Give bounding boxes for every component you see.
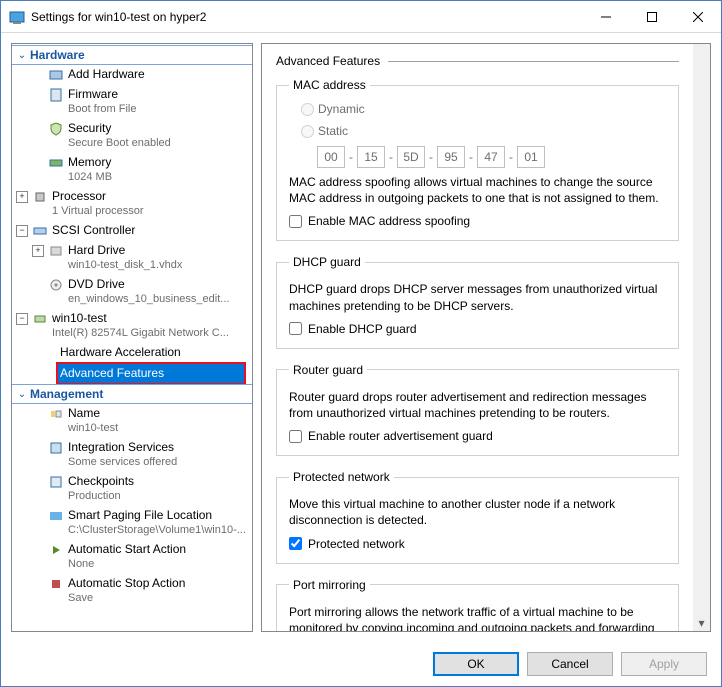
radio-mac-dynamic[interactable] <box>301 103 314 116</box>
category-hardware[interactable]: ⌄ Hardware <box>12 45 252 65</box>
apply-button[interactable]: Apply <box>621 652 707 676</box>
auto-start-icon <box>48 542 64 558</box>
window-title: Settings for win10-test on hyper2 <box>31 10 583 24</box>
checkpoints-icon <box>48 474 64 490</box>
auto-stop-icon <box>48 576 64 592</box>
minimize-button[interactable] <box>583 2 629 32</box>
tree-hard-drive[interactable]: + Hard Drivewin10-test_disk_1.vhdx <box>12 241 252 275</box>
firmware-icon <box>48 87 64 103</box>
app-icon <box>9 9 25 25</box>
tree-dvd-drive[interactable]: DVD Driveen_windows_10_business_edit... <box>12 275 252 309</box>
tree-hardware-acceleration[interactable]: Hardware Acceleration <box>12 343 252 362</box>
paging-icon <box>48 508 64 524</box>
network-icon <box>32 311 48 327</box>
mac-octet-0[interactable] <box>317 146 345 168</box>
tree-integration-services[interactable]: Integration ServicesSome services offere… <box>12 438 252 472</box>
group-dhcp-guard: DHCP guard DHCP guard drops DHCP server … <box>276 255 679 348</box>
chevron-down-icon: ⌄ <box>16 389 28 400</box>
expand-icon[interactable]: + <box>16 191 28 203</box>
mac-octet-2[interactable] <box>397 146 425 168</box>
legend-router: Router guard <box>289 363 367 377</box>
hard-drive-icon <box>48 243 64 259</box>
mac-octet-3[interactable] <box>437 146 465 168</box>
legend-port: Port mirroring <box>289 578 370 592</box>
content-area: ⌄ Hardware Add Hardware FirmwareBoot fro… <box>1 33 721 642</box>
maximize-button[interactable] <box>629 2 675 32</box>
router-desc: Router guard drops router advertisement … <box>289 389 666 421</box>
dhcp-desc: DHCP guard drops DHCP server messages fr… <box>289 281 666 313</box>
vertical-scrollbar[interactable]: ▴ ▾ <box>693 44 710 631</box>
legend-protected: Protected network <box>289 470 394 484</box>
mac-octet-5[interactable] <box>517 146 545 168</box>
checkbox-dhcp-guard[interactable]: Enable DHCP guard <box>289 322 666 336</box>
tree-name[interactable]: Namewin10-test <box>12 404 252 438</box>
cancel-button[interactable]: Cancel <box>527 652 613 676</box>
expand-icon[interactable]: + <box>32 245 44 257</box>
tree-smart-paging[interactable]: Smart Paging File LocationC:\ClusterStor… <box>12 506 252 540</box>
scsi-icon <box>32 223 48 239</box>
settings-window: Settings for win10-test on hyper2 ⌄ Hard… <box>0 0 722 687</box>
collapse-icon[interactable]: − <box>16 313 28 325</box>
mac-octet-1[interactable] <box>357 146 385 168</box>
tree-selection-highlight: Advanced Features <box>56 362 246 385</box>
tree-scsi-controller[interactable]: − SCSI Controller <box>12 221 252 241</box>
checkbox-mac-spoofing[interactable]: Enable MAC address spoofing <box>289 214 666 228</box>
memory-icon <box>48 155 64 171</box>
titlebar: Settings for win10-test on hyper2 <box>1 1 721 33</box>
tree-advanced-features[interactable]: Advanced Features <box>58 364 244 383</box>
tree-auto-start[interactable]: Automatic Start ActionNone <box>12 540 252 574</box>
name-icon <box>48 406 64 422</box>
tree-security[interactable]: SecuritySecure Boot enabled <box>12 119 252 153</box>
ok-button[interactable]: OK <box>433 652 519 676</box>
checkbox-protected-network[interactable]: Protected network <box>289 537 666 551</box>
protected-desc: Move this virtual machine to another clu… <box>289 496 666 528</box>
group-protected-network: Protected network Move this virtual mach… <box>276 470 679 563</box>
tree-checkpoints[interactable]: CheckpointsProduction <box>12 472 252 506</box>
scroll-down-icon[interactable]: ▾ <box>693 614 710 631</box>
group-mac-address: MAC address Dynamic Static - - - - - MAC… <box>276 78 679 241</box>
collapse-icon[interactable]: − <box>16 225 28 237</box>
navigation-tree[interactable]: ⌄ Hardware Add Hardware FirmwareBoot fro… <box>11 43 253 632</box>
group-router-guard: Router guard Router guard drops router a… <box>276 363 679 456</box>
detail-scroll: Advanced Features MAC address Dynamic St… <box>262 44 693 631</box>
security-icon <box>48 121 64 137</box>
tree-processor[interactable]: + Processor1 Virtual processor <box>12 187 252 221</box>
close-button[interactable] <box>675 2 721 32</box>
chevron-down-icon: ⌄ <box>16 50 28 61</box>
processor-icon <box>32 189 48 205</box>
tree-firmware[interactable]: FirmwareBoot from File <box>12 85 252 119</box>
checkbox-router-guard[interactable]: Enable router advertisement guard <box>289 429 666 443</box>
legend-mac: MAC address <box>289 78 370 92</box>
group-port-mirroring: Port mirroring Port mirroring allows the… <box>276 578 679 632</box>
category-management[interactable]: ⌄ Management <box>12 384 252 404</box>
mac-octet-4[interactable] <box>477 146 505 168</box>
integration-icon <box>48 440 64 456</box>
legend-dhcp: DHCP guard <box>289 255 365 269</box>
port-desc: Port mirroring allows the network traffi… <box>289 604 666 632</box>
panel-title: Advanced Features <box>276 54 679 68</box>
scroll-up-icon[interactable]: ▴ <box>693 44 710 61</box>
tree-memory[interactable]: Memory1024 MB <box>12 153 252 187</box>
dialog-footer: OK Cancel Apply <box>1 642 721 686</box>
radio-mac-static[interactable] <box>301 125 314 138</box>
tree-add-hardware[interactable]: Add Hardware <box>12 65 252 85</box>
dvd-icon <box>48 277 64 293</box>
tree-auto-stop[interactable]: Automatic Stop ActionSave <box>12 574 252 608</box>
detail-panel: Advanced Features MAC address Dynamic St… <box>261 43 711 632</box>
mac-desc: MAC address spoofing allows virtual mach… <box>289 174 666 206</box>
tree-network-adapter[interactable]: − win10-testIntel(R) 82574L Gigabit Netw… <box>12 309 252 343</box>
mac-octets: - - - - - <box>317 146 666 168</box>
add-hardware-icon <box>48 67 64 83</box>
